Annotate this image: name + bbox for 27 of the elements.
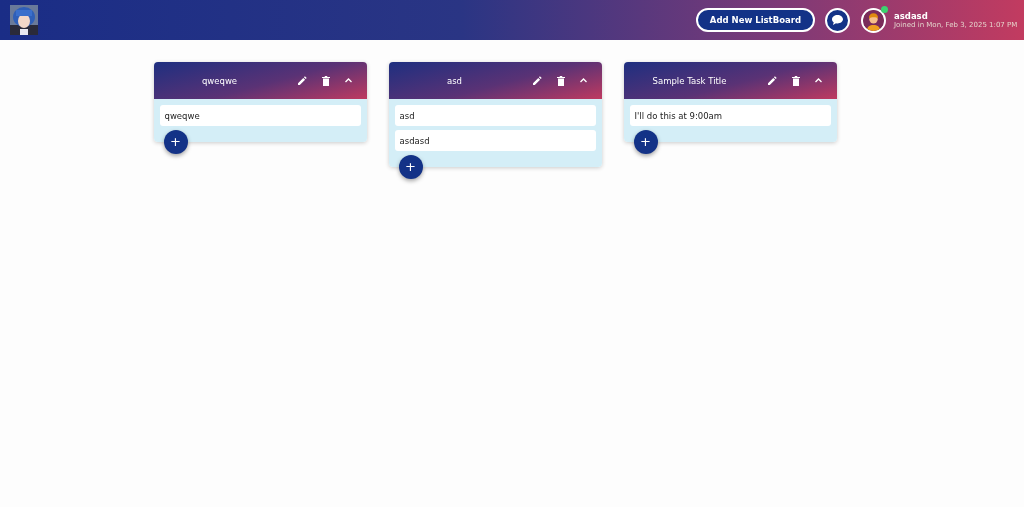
pencil-icon (298, 76, 307, 85)
trash-icon (321, 75, 330, 86)
delete-button[interactable] (319, 74, 332, 87)
board-title: Sample Task Title (651, 75, 728, 86)
user-avatar[interactable] (861, 7, 886, 33)
pencil-icon (533, 76, 542, 85)
task-item[interactable]: qweqwe (159, 105, 361, 126)
chat-button[interactable] (825, 7, 850, 33)
delete-button[interactable] (789, 74, 802, 87)
add-listboard-button[interactable]: Add New ListBoard (695, 8, 815, 32)
chevron-up-icon (345, 78, 352, 83)
trash-icon (791, 75, 800, 86)
pencil-icon (768, 76, 777, 85)
task-item[interactable]: I'll do this at 9:00am (629, 105, 831, 126)
user-name: asdasd (894, 11, 929, 21)
chevron-up-icon (815, 78, 822, 83)
task-item[interactable]: asd (394, 105, 596, 126)
task-item[interactable]: asdasd (394, 130, 596, 151)
board-title: asd (445, 75, 463, 86)
edit-button[interactable] (296, 74, 309, 87)
trash-icon (556, 75, 565, 86)
delete-button[interactable] (554, 74, 567, 87)
edit-button[interactable] (531, 74, 544, 87)
edit-button[interactable] (766, 74, 779, 87)
chat-bubble-icon (832, 15, 843, 25)
board-title: qweqwe (200, 75, 239, 86)
chevron-up-icon (580, 78, 587, 83)
